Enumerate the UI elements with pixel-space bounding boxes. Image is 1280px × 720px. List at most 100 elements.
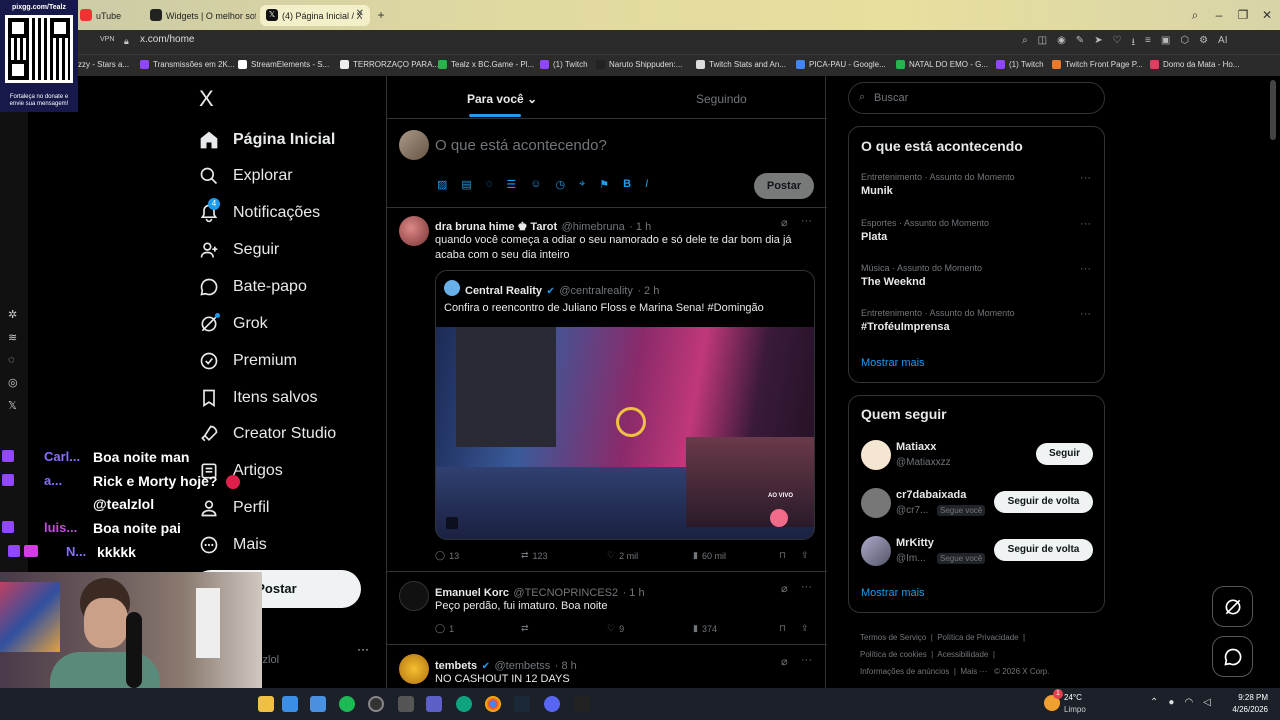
trend-more-icon[interactable]: ··· xyxy=(1080,218,1091,230)
weather-moon-icon[interactable]: 1 xyxy=(1044,689,1063,711)
trend-more-icon[interactable]: ··· xyxy=(1080,172,1091,184)
bookmark[interactable]: Domo da Mata - Ho... xyxy=(1150,60,1239,69)
new-tab-icon[interactable]: + xyxy=(372,6,390,24)
avatar[interactable] xyxy=(399,130,429,160)
bookmark[interactable]: zzy - Stars a... xyxy=(78,60,129,69)
reply-action[interactable]: ◯ 1 xyxy=(435,623,454,634)
stack-icon[interactable]: ≋ xyxy=(8,331,18,344)
download-icon[interactable]: ⭳ xyxy=(1132,35,1136,52)
image-icon[interactable]: ▨ xyxy=(437,178,447,191)
send-icon[interactable]: ➤ xyxy=(1094,35,1102,52)
tab-following[interactable]: Seguindo xyxy=(696,92,747,106)
emoji-icon[interactable]: ☺ xyxy=(530,178,541,191)
trend-more-icon[interactable]: ··· xyxy=(1080,263,1091,275)
grok-action-icon[interactable]: ⌀ xyxy=(781,582,788,595)
teams-icon[interactable] xyxy=(426,696,442,712)
vpn-badge[interactable]: VPN xyxy=(100,36,114,43)
grok-action-icon[interactable]: ⌀ xyxy=(781,216,788,229)
bookmark[interactable]: TERRORZAÇO PARA... xyxy=(340,60,439,69)
bookmark[interactable]: PICA-PAU - Google... xyxy=(796,60,886,69)
steam-icon[interactable] xyxy=(514,696,530,712)
chrome-icon[interactable] xyxy=(485,696,501,712)
nav-grok[interactable]: Grok xyxy=(198,310,268,338)
reply-action[interactable]: ◯ 13 xyxy=(435,550,459,561)
browser-tab-active[interactable]: 𝕏 (4) Página Inicial / X ✕ xyxy=(260,5,370,26)
follow-back-button[interactable]: Seguir de volta xyxy=(994,539,1093,561)
whatsapp-icon[interactable]: ◎ xyxy=(8,376,18,389)
browser-tab[interactable]: uTube xyxy=(74,5,140,26)
tab-for-you[interactable]: Para você ⌄ xyxy=(467,92,537,106)
tweet-more-icon[interactable]: ··· xyxy=(801,215,812,227)
pinwheel-icon[interactable]: ✲ xyxy=(8,308,18,321)
edit-icon[interactable]: ✎ xyxy=(1076,35,1084,52)
bookmark[interactable]: StreamElements - S... xyxy=(238,60,329,69)
avatar[interactable] xyxy=(399,581,429,611)
browser-tab[interactable]: Widgets | O melhor soft xyxy=(144,5,256,26)
trend-item[interactable]: Música · Assunto do Momento The Weeknd ··· xyxy=(861,263,1091,288)
bookmark[interactable]: Tealz x BC.Game - Pl... xyxy=(438,60,534,69)
nav-follow[interactable]: Seguir xyxy=(198,236,279,264)
tweet-author-name[interactable]: Emanuel Korc xyxy=(435,587,509,599)
trend-item[interactable]: Esportes · Assunto do Momento Plata ··· xyxy=(861,218,1091,243)
retweet-action[interactable]: ⇄ xyxy=(521,623,529,634)
nav-premium[interactable]: Premium xyxy=(198,347,297,375)
cube-icon[interactable]: ⬡ xyxy=(1180,35,1189,52)
obs-icon[interactable] xyxy=(368,696,384,712)
flag-icon[interactable]: ⚑ xyxy=(599,178,609,191)
clock-time[interactable]: 9:28 PM xyxy=(1230,693,1268,702)
show-more-link[interactable]: Mostrar mais xyxy=(861,587,925,599)
tweet-more-icon[interactable]: ··· xyxy=(801,654,812,666)
ai-label[interactable]: AI xyxy=(1218,35,1227,52)
close-tab-icon[interactable]: ✕ xyxy=(356,8,364,19)
x-side-icon[interactable]: 𝕏 xyxy=(8,399,18,412)
url-field[interactable]: x.com/home xyxy=(140,34,194,45)
grok-float-button[interactable] xyxy=(1212,586,1253,627)
tweet-more-icon[interactable]: ··· xyxy=(801,581,812,593)
like-action[interactable]: ♡ 9 xyxy=(607,623,624,634)
tweet-handle[interactable]: @tembetss xyxy=(494,660,550,672)
maximize-icon[interactable]: ❐ xyxy=(1234,6,1252,24)
retweet-action[interactable]: ⇄ 123 xyxy=(521,550,548,561)
video-mute-icon[interactable] xyxy=(446,517,458,529)
mic-tray-icon[interactable]: ● xyxy=(1168,697,1174,708)
tweet-time[interactable]: · 1 h xyxy=(623,587,645,599)
like-action[interactable]: ♡ 2 mil xyxy=(607,550,638,561)
suggestion-name[interactable]: Matiaxx xyxy=(896,441,936,453)
share-icon[interactable]: ⇪ xyxy=(801,623,809,634)
avatar[interactable] xyxy=(399,216,429,246)
bookmark[interactable]: Twitch Front Page P... xyxy=(1052,60,1143,69)
suggestion-name[interactable]: cr7dabaixada xyxy=(896,489,966,501)
bookmark[interactable]: Transmissões em 2K... xyxy=(140,60,235,69)
x-logo[interactable]: X xyxy=(199,86,214,112)
menu-icon[interactable]: ≡ xyxy=(1145,35,1151,52)
views-action[interactable]: ▮ 60 mil xyxy=(693,550,726,561)
clock-date[interactable]: 4/26/2026 xyxy=(1226,705,1268,714)
tweet[interactable]: tembets ✔ @tembetss · 8 h ⌀ ··· NO CASHO… xyxy=(387,646,827,688)
extension-icon[interactable]: ◫ xyxy=(1038,35,1047,52)
tweet-time[interactable]: · 1 h xyxy=(629,221,651,233)
mail-icon[interactable] xyxy=(310,696,326,712)
footer-link[interactable]: Política de Privacidade xyxy=(937,633,1018,642)
discord-icon[interactable] xyxy=(544,696,560,712)
volume-icon[interactable]: ◁ xyxy=(1203,697,1211,708)
avatar[interactable] xyxy=(861,536,891,566)
search-input[interactable]: Buscar xyxy=(874,92,908,104)
heart-icon[interactable]: ♡ xyxy=(1113,35,1122,52)
search-tabs-icon[interactable]: ⌕ xyxy=(1186,6,1204,24)
nav-notifications[interactable]: 4 Notificações xyxy=(198,198,320,227)
bookmark[interactable]: Twitch Stats and An... xyxy=(696,60,786,69)
footer-link[interactable]: Mais ··· xyxy=(960,667,987,676)
tweet-author-name[interactable]: dra bruna hime ♚ Tarot xyxy=(435,221,557,233)
tweet-handle[interactable]: @himebruna xyxy=(562,221,625,233)
camera-icon[interactable]: ◉ xyxy=(1057,35,1066,52)
footer-link[interactable]: Informações de anúncios xyxy=(860,667,949,676)
nav-bookmarks[interactable]: Itens salvos xyxy=(198,384,317,412)
messages-float-button[interactable] xyxy=(1212,636,1253,677)
suggestion-name[interactable]: MrKitty xyxy=(896,537,934,549)
follow-back-button[interactable]: Seguir de volta xyxy=(994,491,1093,513)
app-icon[interactable] xyxy=(574,696,590,712)
gif-icon[interactable]: ▤ xyxy=(461,178,471,191)
grok-compose-icon[interactable]: ◌ xyxy=(486,178,493,191)
tweet-author-name[interactable]: tembets xyxy=(435,660,477,672)
share-icon[interactable]: ⇪ xyxy=(801,550,809,561)
